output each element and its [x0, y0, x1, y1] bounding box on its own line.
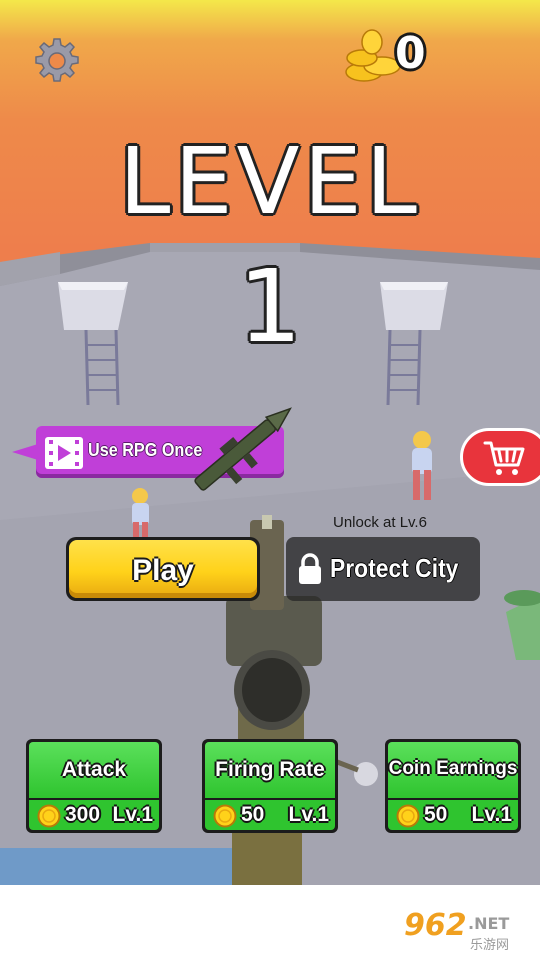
video-ad-icon [45, 437, 83, 469]
upgrade-title: Coin Earnings [388, 758, 518, 779]
protect-city-label: Protect City [330, 553, 459, 583]
coin-icon [396, 804, 420, 828]
upgrade-cost: 50 [241, 803, 265, 826]
upgrade-title: Attack [61, 758, 127, 781]
upgrade-cost: 300 [65, 803, 101, 826]
banner-tail [12, 444, 38, 460]
upgrade-title: Firing Rate [215, 758, 325, 781]
play-label: Play [132, 554, 194, 587]
coin-count: 0 [395, 28, 426, 79]
upgrade-coin-earnings-button[interactable]: Coin Earnings 50 Lv.1 [385, 739, 521, 833]
play-button[interactable]: Play [66, 537, 260, 601]
rpg-launcher-icon [194, 407, 292, 491]
protect-city-unlock-note: Unlock at Lv.6 [333, 514, 427, 531]
upgrade-level: Lv.1 [288, 803, 329, 826]
protect-city-button[interactable]: Protect City [286, 537, 480, 601]
watermark-number: 962 [404, 908, 467, 943]
coin-icon [37, 804, 61, 828]
shopping-cart-icon [483, 441, 525, 475]
watermark-net: .NET [468, 914, 510, 933]
watermark-cn: 乐游网 [470, 938, 510, 953]
game-viewport[interactable]: 0 LEVEL 1 Use RPG Once Unlock at Lv.6 Pl… [0, 0, 540, 885]
upgrade-attack-button[interactable]: Attack 300 Lv.1 [26, 739, 162, 833]
lock-icon [299, 553, 321, 584]
site-watermark: 962 .NET 乐游网 [398, 908, 534, 954]
level-title: LEVEL [119, 128, 421, 235]
upgrade-cost: 50 [424, 803, 448, 826]
upgrade-firing-rate-button[interactable]: Firing Rate 50 Lv.1 [202, 739, 338, 833]
level-number: 1 [238, 248, 302, 365]
upgrade-level: Lv.1 [471, 803, 512, 826]
gear-icon[interactable] [32, 36, 82, 86]
shop-button[interactable] [460, 428, 540, 486]
upgrade-level: Lv.1 [112, 803, 153, 826]
coin-icon [213, 804, 237, 828]
play-button-face: Play [69, 540, 257, 598]
